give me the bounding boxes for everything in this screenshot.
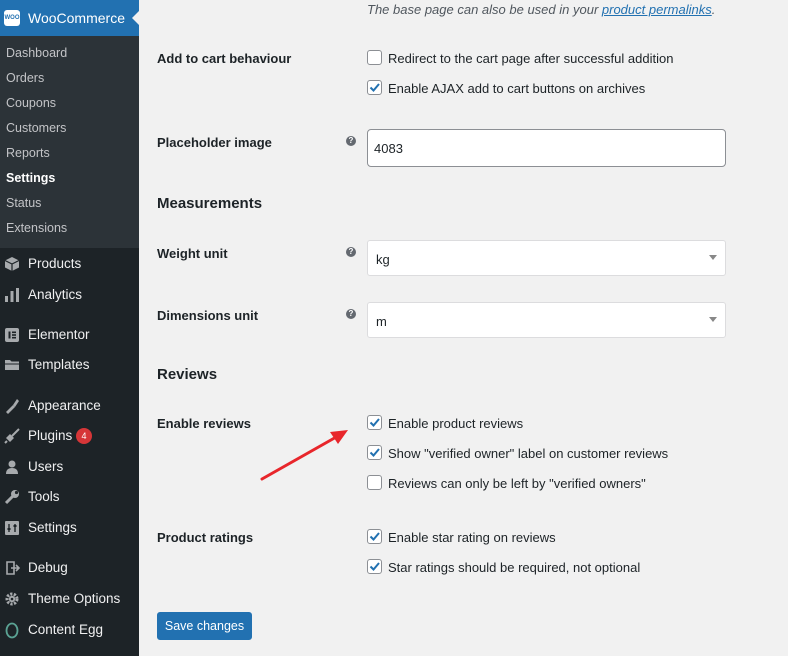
help-tip-icon[interactable]: ? <box>346 247 356 257</box>
submenu-item-settings[interactable]: Settings <box>6 171 55 185</box>
reviews-heading: Reviews <box>157 366 218 383</box>
sidebar-item-products[interactable]: Products <box>0 249 139 279</box>
checkbox-label: Reviews can only be left by "verified ow… <box>388 476 646 491</box>
sidebar-item-tools[interactable]: Tools <box>0 482 139 512</box>
sidebar-item-label: Templates <box>28 357 90 372</box>
enable-reviews-label: Enable reviews <box>157 416 251 431</box>
checkbox-label: Star ratings should be required, not opt… <box>388 560 641 575</box>
woocommerce-submenu: Dashboard Orders Coupons Customers Repor… <box>0 36 139 248</box>
gear-icon <box>3 590 21 608</box>
permalink-note: The base page can also be used in your p… <box>367 2 715 17</box>
sidebar-item-label: Products <box>28 256 82 271</box>
star-rating-required-checkbox[interactable] <box>367 559 382 574</box>
dimensions-unit-label: Dimensions unit <box>157 308 259 323</box>
sidebar-item-label: Content Egg <box>28 622 104 637</box>
sidebar-item-label: Appearance <box>28 398 101 413</box>
checkbox-label: Enable star rating on reviews <box>388 530 556 545</box>
sidebar-item-plugins[interactable]: Plugins 4 <box>0 421 139 451</box>
sidebar-item-theme-options[interactable]: Theme Options <box>0 584 139 614</box>
submenu-item-extensions[interactable]: Extensions <box>6 221 67 235</box>
ajax-add-to-cart-checkbox[interactable] <box>367 80 382 95</box>
note-text: The base page can also be used in your <box>367 2 602 17</box>
plugin-icon <box>3 427 21 445</box>
product-permalinks-link[interactable]: product permalinks <box>602 2 712 17</box>
sidebar-item-label: Analytics <box>28 287 83 302</box>
checkbox-label: Redirect to the cart page after successf… <box>388 51 674 66</box>
sidebar-item-label: Settings <box>28 520 77 535</box>
settings-icon <box>3 519 21 537</box>
enable-product-reviews-checkbox[interactable] <box>367 415 382 430</box>
submenu-item-reports[interactable]: Reports <box>6 146 50 160</box>
wrench-icon <box>3 488 21 506</box>
sidebar-item-templates[interactable]: Templates <box>0 350 139 380</box>
save-changes-button[interactable]: Save changes <box>157 612 252 640</box>
admin-sidebar: WOO WooCommerce Dashboard Orders Coupons… <box>0 0 140 656</box>
help-tip-icon[interactable]: ? <box>346 136 356 146</box>
sidebar-item-content-egg[interactable]: Content Egg <box>0 615 139 645</box>
sidebar-item-debug[interactable]: Debug <box>0 553 139 583</box>
product-ratings-label: Product ratings <box>157 530 254 545</box>
products-icon <box>3 255 21 273</box>
sidebar-item-analytics[interactable]: Analytics <box>0 280 139 310</box>
folder-icon <box>3 356 21 374</box>
submenu-item-status[interactable]: Status <box>6 196 41 210</box>
sidebar-item-users[interactable]: Users <box>0 452 139 482</box>
weight-unit-label: Weight unit <box>157 246 228 261</box>
sidebar-item-label: Debug <box>28 560 68 575</box>
sidebar-item-label: Tools <box>28 489 60 504</box>
select-value: kg <box>376 252 390 267</box>
checkbox-label: Show "verified owner" label on customer … <box>388 446 669 461</box>
sidebar-item-label: Plugins <box>28 428 73 443</box>
chevron-down-icon <box>709 317 717 322</box>
woocommerce-menu-header[interactable]: WOO WooCommerce <box>0 0 140 36</box>
note-end: . <box>711 2 716 17</box>
analytics-icon <box>3 286 21 304</box>
measurements-heading: Measurements <box>157 195 263 212</box>
sidebar-item-label: Elementor <box>28 327 90 342</box>
dimensions-unit-select[interactable]: m <box>367 302 726 338</box>
submenu-item-dashboard[interactable]: Dashboard <box>6 46 67 60</box>
sidebar-item-settings[interactable]: Settings <box>0 513 139 543</box>
sidebar-item-elementor[interactable]: Elementor <box>0 320 139 350</box>
verified-owner-label-checkbox[interactable] <box>367 445 382 460</box>
egg-icon <box>3 621 21 639</box>
checkbox-label: Enable AJAX add to cart buttons on archi… <box>388 81 646 96</box>
weight-unit-select[interactable]: kg <box>367 240 726 276</box>
users-icon <box>3 458 21 476</box>
placeholder-image-input[interactable] <box>367 129 726 167</box>
debug-icon <box>3 559 21 577</box>
submenu-item-coupons[interactable]: Coupons <box>6 96 56 110</box>
sidebar-item-label: Users <box>28 459 64 474</box>
redirect-to-cart-checkbox[interactable] <box>367 50 382 65</box>
select-value: m <box>376 314 387 329</box>
help-tip-icon[interactable]: ? <box>346 309 356 319</box>
verified-owners-only-checkbox[interactable] <box>367 475 382 490</box>
settings-main: The base page can also be used in your p… <box>139 0 788 656</box>
sidebar-item-appearance[interactable]: Appearance <box>0 391 139 421</box>
woocommerce-menu-title: WooCommerce <box>28 10 125 26</box>
checkbox-label: Enable product reviews <box>388 416 524 431</box>
appearance-icon <box>3 397 21 415</box>
plugin-update-count-badge: 4 <box>76 428 92 444</box>
woocommerce-logo-icon: WOO <box>4 10 20 26</box>
submenu-item-customers[interactable]: Customers <box>6 121 66 135</box>
add-to-cart-label: Add to cart behaviour <box>157 51 292 66</box>
sidebar-item-label: Theme Options <box>28 591 121 606</box>
enable-star-rating-checkbox[interactable] <box>367 529 382 544</box>
placeholder-image-label: Placeholder image <box>157 135 272 150</box>
elementor-icon <box>3 326 21 344</box>
submenu-item-orders[interactable]: Orders <box>6 71 44 85</box>
annotation-arrow-icon <box>260 430 348 481</box>
chevron-down-icon <box>709 255 717 260</box>
